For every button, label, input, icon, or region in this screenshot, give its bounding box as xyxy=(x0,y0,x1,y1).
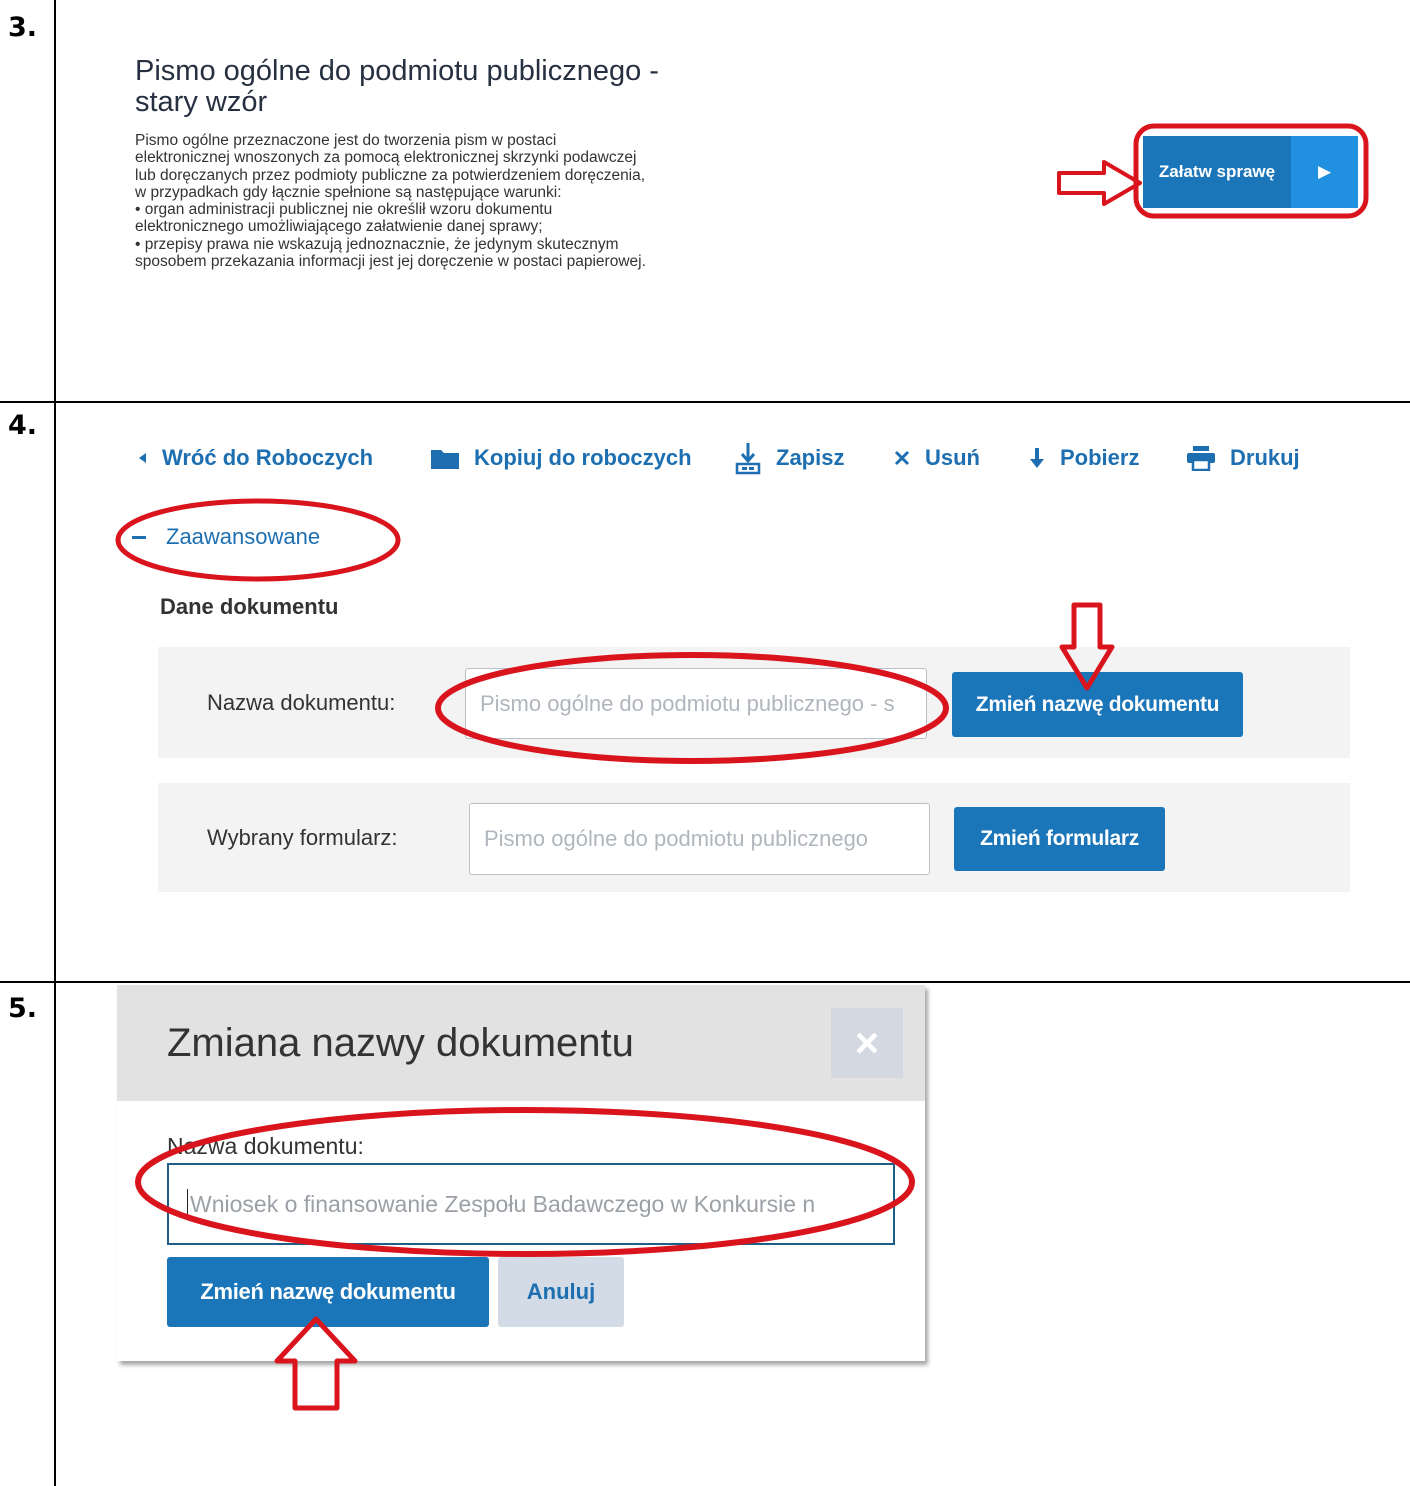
title-line: stary wzór xyxy=(135,86,268,118)
toolbar-label: Drukuj xyxy=(1230,445,1300,470)
toolbar-label: Wróć do Roboczych xyxy=(162,445,374,470)
advanced-toggle[interactable]: Zaawansowane xyxy=(132,524,320,550)
selected-form-label: Wybrany formularz: xyxy=(207,825,398,850)
title-line: Pismo ogólne do podmiotu publicznego - xyxy=(135,55,659,87)
confirm-rename-button[interactable]: Zmień nazwę dokumentu xyxy=(167,1257,489,1327)
service-title: Pismo ogólne do podmiotu publicznego - s… xyxy=(135,56,735,118)
save-download-icon xyxy=(734,441,762,475)
document-name-field[interactable]: Wniosek o finansowanie Zespołu Badawczeg… xyxy=(167,1163,895,1245)
minus-icon xyxy=(132,535,146,539)
zalatw-sprawe-button[interactable]: Załatw sprawę ▶ xyxy=(1143,136,1358,208)
document-name-field-label: Nazwa dokumentu: xyxy=(167,1133,364,1159)
step-number: 5. xyxy=(8,993,38,1024)
download-button[interactable]: Pobierz xyxy=(1028,440,1139,476)
description-line: w przypadkach gdy łącznie spełnione są n… xyxy=(135,183,562,201)
toolbar-label: Usuń xyxy=(925,445,980,470)
text-caret xyxy=(187,1189,188,1219)
dialog-title: Zmiana nazwy dokumentu xyxy=(167,1021,634,1065)
button-label: Załatw sprawę xyxy=(1158,162,1276,181)
description-line: elektronicznej wnoszonych za pomocą elek… xyxy=(135,149,637,167)
right-arrow-annotation xyxy=(1057,160,1142,206)
field-value: Wniosek o finansowanie Zespołu Badawczeg… xyxy=(190,1190,816,1217)
rename-dialog: Zmiana nazwy dokumentu × Nazwa dokumentu… xyxy=(117,985,925,1361)
selected-form-input[interactable]: Pismo ogólne do podmiotu publicznego xyxy=(469,803,930,875)
toolbar-label: Pobierz xyxy=(1060,445,1140,470)
description-line: sposobem przekazania informacji jest jej… xyxy=(135,253,646,271)
print-button[interactable]: Drukuj xyxy=(1186,440,1300,476)
toolbar-label: Kopiuj do roboczych xyxy=(474,445,692,470)
step-number: 4. xyxy=(8,410,38,441)
document-name-label: Nazwa dokumentu: xyxy=(207,690,396,715)
delete-button[interactable]: Usuń xyxy=(893,440,980,476)
table-divider xyxy=(0,981,1410,983)
toolbar-label: Zapisz xyxy=(776,445,845,470)
arrow-down-icon xyxy=(1028,446,1046,470)
description-line: lub doręczanych przez podmioty publiczne… xyxy=(135,166,646,184)
service-description: Pismo ogólne przeznaczone jest do tworze… xyxy=(135,132,735,270)
section-title: Dane dokumentu xyxy=(160,594,339,619)
copy-to-drafts-button[interactable]: Kopiuj do roboczych xyxy=(430,440,692,476)
cancel-button[interactable]: Anuluj xyxy=(498,1257,624,1327)
close-x-icon xyxy=(893,449,911,467)
document-name-input[interactable]: Pismo ogólne do podmiotu publicznego - s xyxy=(465,668,927,739)
rename-document-button[interactable]: Zmień nazwę dokumentu xyxy=(952,672,1243,737)
save-button[interactable]: Zapisz xyxy=(734,440,844,476)
step-number: 3. xyxy=(8,12,38,43)
advanced-label: Zaawansowane xyxy=(166,524,321,549)
table-divider-vertical xyxy=(54,0,56,1486)
change-form-button[interactable]: Zmień formularz xyxy=(954,807,1165,871)
description-line: • organ administracji publicznej nie okr… xyxy=(135,201,553,219)
play-arrow-icon: ▶ xyxy=(1291,136,1358,208)
back-to-drafts-link[interactable]: Wróć do Roboczych xyxy=(136,440,373,476)
close-icon[interactable]: × xyxy=(831,1008,903,1078)
description-line: • przepisy prawa nie wskazują jednoznacz… xyxy=(135,235,619,253)
table-divider xyxy=(0,401,1410,403)
printer-icon xyxy=(1186,445,1216,471)
description-line: Pismo ogólne przeznaczone jest do tworze… xyxy=(135,132,557,149)
caret-left-icon xyxy=(136,451,148,465)
description-line: elektronicznego umożliwiającego załatwie… xyxy=(135,218,543,236)
folder-icon xyxy=(430,446,460,470)
